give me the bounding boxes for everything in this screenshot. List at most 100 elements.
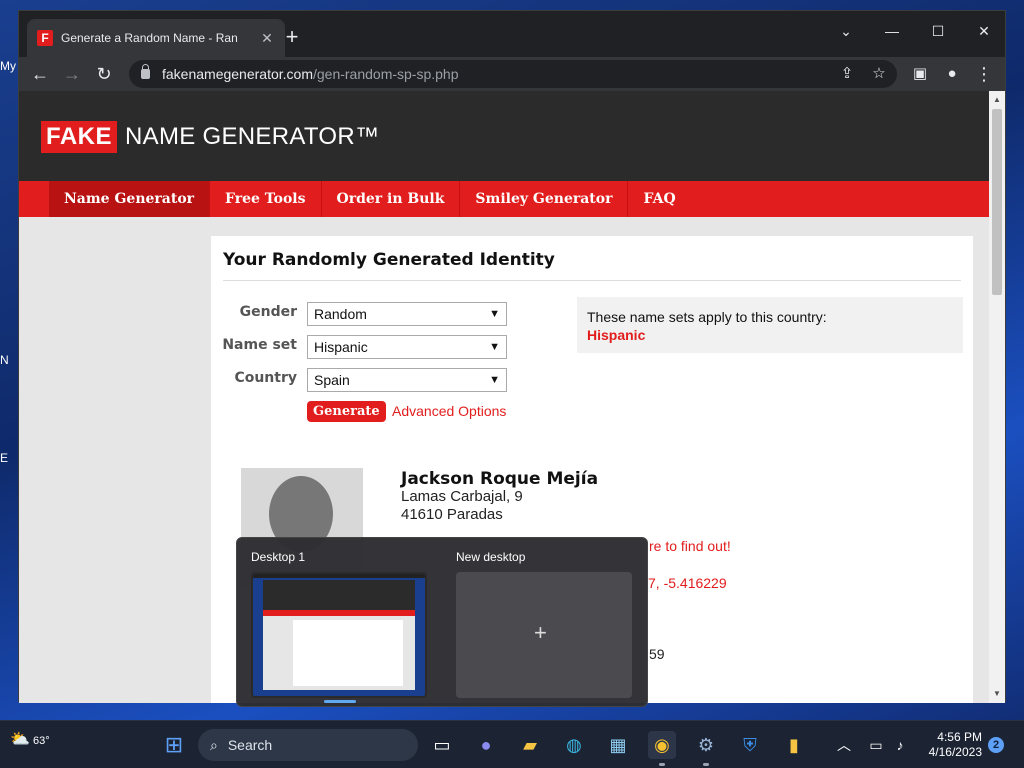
nav-smiley-generator[interactable]: Smiley Generator xyxy=(460,181,629,217)
logo-fake-text: FAKE xyxy=(41,121,118,153)
mini-browser-preview xyxy=(263,580,415,690)
forward-button[interactable]: → xyxy=(59,61,85,87)
desktop-1-label: Desktop 1 xyxy=(251,550,306,564)
clock-date: 4/16/2023 xyxy=(928,745,982,759)
notification-badge[interactable]: 2 xyxy=(988,737,1004,753)
desktop-icon-label[interactable]: N xyxy=(0,353,9,367)
country-select[interactable]: Spain ▼ xyxy=(307,368,507,392)
find-out-link[interactable]: re to find out! xyxy=(649,538,731,554)
close-window-button[interactable]: ✕ xyxy=(961,17,1007,45)
nameset-select[interactable]: Hispanic ▼ xyxy=(307,335,507,359)
site-header: FAKE NAME GENERATOR™ xyxy=(19,91,990,181)
weather-widget[interactable]: ⛅ 63° xyxy=(10,729,50,749)
reload-button[interactable]: ↻ xyxy=(91,61,117,87)
page-title: Your Randomly Generated Identity xyxy=(223,250,555,270)
edge-browser-icon[interactable]: ◍ xyxy=(560,731,588,759)
scroll-up-icon[interactable]: ▲ xyxy=(993,95,1001,104)
country-info-highlight[interactable]: Hispanic xyxy=(587,327,953,343)
address-bar[interactable]: fakenamegenerator.com /gen-random-sp-sp.… xyxy=(129,60,897,88)
running-indicator xyxy=(659,763,665,766)
mini-titlebar xyxy=(253,574,425,578)
store-icon[interactable]: ▦ xyxy=(604,731,632,759)
chrome-browser-icon[interactable]: ◉ xyxy=(648,731,676,759)
nav-faq[interactable]: FAQ xyxy=(628,181,690,217)
search-icon: ⌕ xyxy=(210,736,218,753)
divider xyxy=(223,280,961,281)
lock-icon[interactable] xyxy=(141,64,150,79)
plus-icon: + xyxy=(534,620,547,645)
url-path: /gen-random-sp-sp.php xyxy=(312,66,459,82)
address-line-2: 41610 Paradas xyxy=(401,506,503,523)
side-panel-icon[interactable]: ▣ xyxy=(907,61,933,87)
advanced-options-link[interactable]: Advanced Options xyxy=(392,403,506,419)
desktop-1-thumbnail[interactable] xyxy=(251,572,427,698)
profile-icon[interactable]: ● xyxy=(939,61,965,87)
running-indicator xyxy=(703,763,709,766)
nameset-select-value: Hispanic xyxy=(314,339,368,355)
chevron-down-icon: ▼ xyxy=(489,374,500,386)
task-view-flyout: Desktop 1 New desktop + xyxy=(236,537,648,707)
new-tab-button[interactable]: + xyxy=(279,25,305,51)
tab-search-icon[interactable]: ⌄ xyxy=(823,17,869,45)
coordinates-link[interactable]: 7, -5.416229 xyxy=(648,575,727,591)
nav-name-generator[interactable]: Name Generator xyxy=(49,181,211,217)
desktop-1-item[interactable]: Desktop 1 xyxy=(237,538,437,704)
active-desktop-indicator xyxy=(324,700,356,703)
country-select-value: Spain xyxy=(314,372,350,388)
address-line-1: Lamas Carbajal, 9 xyxy=(401,488,523,505)
logo-name-generator-text: NAME GENERATOR™ xyxy=(125,123,380,150)
weather-cloud-icon: ⛅ xyxy=(10,731,30,748)
desktop-icon-label[interactable]: My xyxy=(0,59,16,73)
desktop-icon-label[interactable]: E xyxy=(0,451,8,465)
bookmark-star-icon[interactable]: ☆ xyxy=(869,64,889,82)
person-name: Jackson Roque Mejía xyxy=(401,469,599,489)
scroll-down-icon[interactable]: ▼ xyxy=(993,689,1001,698)
scroll-thumb[interactable] xyxy=(992,109,1002,295)
site-favicon-icon: F xyxy=(37,30,53,46)
start-windows-icon[interactable]: ⊞ xyxy=(160,731,188,759)
weather-temp: 63° xyxy=(32,735,50,747)
page-scrollbar[interactable]: ▲ ▼ xyxy=(989,91,1005,703)
nav-free-tools[interactable]: Free Tools xyxy=(210,181,322,217)
generate-button[interactable]: Generate xyxy=(307,401,386,422)
country-info-box: These name sets apply to this country: H… xyxy=(577,297,963,353)
folder-app-icon[interactable]: ▮ xyxy=(780,731,808,759)
system-clock[interactable]: 4:56 PM 4/16/2023 xyxy=(918,730,982,760)
site-logo[interactable]: FAKE NAME GENERATOR™ xyxy=(41,121,379,153)
tab-title: Generate a Random Name - Ran xyxy=(61,31,238,45)
country-info-text: These name sets apply to this country: xyxy=(587,309,827,325)
site-nav: Name Generator Free Tools Order in Bulk … xyxy=(19,181,990,217)
mini-site-header xyxy=(263,580,415,610)
clock-time: 4:56 PM xyxy=(937,730,982,744)
settings-gear-icon[interactable]: ⚙ xyxy=(692,731,720,759)
nav-order-in-bulk[interactable]: Order in Bulk xyxy=(322,181,461,217)
close-tab-icon[interactable]: ✕ xyxy=(259,30,275,47)
security-shield-icon[interactable]: ⛨ xyxy=(736,731,764,759)
mini-site-nav xyxy=(263,610,415,616)
gender-select[interactable]: Random ▼ xyxy=(307,302,507,326)
volume-icon[interactable]: ♪ xyxy=(886,731,914,759)
mini-card xyxy=(293,620,403,686)
browser-tab[interactable]: F Generate a Random Name - Ran ✕ xyxy=(27,19,285,57)
share-icon[interactable]: ⇪ xyxy=(837,64,857,82)
maximize-button[interactable]: ☐ xyxy=(915,17,961,45)
menu-kebab-icon[interactable]: ⋮ xyxy=(971,61,997,87)
new-desktop-label: New desktop xyxy=(456,550,526,564)
back-button[interactable]: ← xyxy=(27,61,53,87)
file-explorer-icon[interactable]: ▰ xyxy=(516,731,544,759)
new-desktop-button[interactable]: + xyxy=(456,572,632,698)
partial-value: 59 xyxy=(649,646,665,662)
nameset-label: Name set xyxy=(222,337,297,353)
task-view-icon[interactable]: ▭ xyxy=(428,731,456,759)
teams-chat-icon[interactable]: ● xyxy=(472,731,500,759)
gender-label: Gender xyxy=(239,304,297,320)
taskbar-search[interactable]: ⌕ Search xyxy=(198,729,418,761)
new-desktop-item[interactable]: New desktop + xyxy=(442,538,642,704)
show-hidden-icons-chevron[interactable]: ︿ xyxy=(830,731,858,759)
chevron-down-icon: ▼ xyxy=(489,341,500,353)
gender-select-value: Random xyxy=(314,306,367,322)
browser-toolbar: ← → ↻ fakenamegenerator.com /gen-random-… xyxy=(19,57,1005,91)
minimize-button[interactable]: — xyxy=(869,17,915,45)
tab-strip: F Generate a Random Name - Ran ✕ + ⌄ — ☐… xyxy=(19,11,1005,57)
chevron-down-icon: ▼ xyxy=(489,308,500,320)
